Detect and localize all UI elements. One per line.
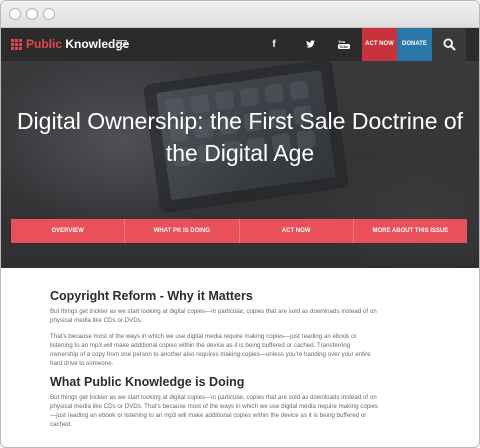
facebook-icon[interactable]: f bbox=[258, 28, 290, 61]
window-close-button[interactable] bbox=[9, 8, 21, 20]
window-minimize-button[interactable] bbox=[26, 8, 38, 20]
page-title: Digital Ownership: the First Sale Doctri… bbox=[16, 108, 464, 166]
issue-tabs: OVERVIEW WHAT PK IS DOING ACT NOW MORE A… bbox=[11, 219, 467, 243]
tab-overview[interactable]: OVERVIEW bbox=[11, 219, 126, 243]
article-body: Copyright Reform - Why it Matters But th… bbox=[50, 289, 380, 436]
tab-act-now[interactable]: ACT NOW bbox=[239, 219, 354, 243]
act-now-button[interactable]: ACT NOW bbox=[362, 28, 397, 61]
search-button[interactable] bbox=[432, 28, 466, 61]
tab-what-pk-is-doing[interactable]: WHAT PK IS DOING bbox=[125, 219, 240, 243]
hero-banner: Digital Ownership: the First Sale Doctri… bbox=[1, 61, 479, 268]
logo-icon[interactable] bbox=[11, 39, 22, 50]
section-paragraph: That's because most of the ways in which… bbox=[50, 333, 371, 367]
donate-button[interactable]: DONATE bbox=[397, 28, 432, 61]
section-heading: What Public Knowledge is Doing bbox=[50, 375, 245, 389]
site-logo[interactable]: Public Knowledge bbox=[26, 37, 129, 51]
youtube-icon[interactable]: You Tube bbox=[328, 28, 360, 61]
browser-window: Public Knowledge f You Tube ACT NOW DONAT… bbox=[0, 0, 480, 448]
window-maximize-button[interactable] bbox=[43, 8, 55, 20]
search-icon bbox=[443, 38, 456, 51]
section-heading: Copyright Reform - Why it Matters bbox=[50, 289, 253, 303]
svg-text:Tube: Tube bbox=[339, 44, 349, 49]
section-paragraph: But things get trickier as we start look… bbox=[50, 394, 379, 428]
twitter-icon[interactable] bbox=[294, 28, 326, 61]
menu-icon[interactable] bbox=[116, 40, 127, 49]
tab-more-about-this-issue[interactable]: MORE ABOUT THIS ISSUE bbox=[353, 219, 467, 243]
logo-word-public: Public bbox=[26, 37, 63, 51]
window-titlebar bbox=[1, 1, 479, 28]
site-header: Public Knowledge f You Tube ACT NOW DONAT… bbox=[1, 28, 479, 61]
section-paragraph: But things get trickier as we start look… bbox=[50, 308, 377, 324]
